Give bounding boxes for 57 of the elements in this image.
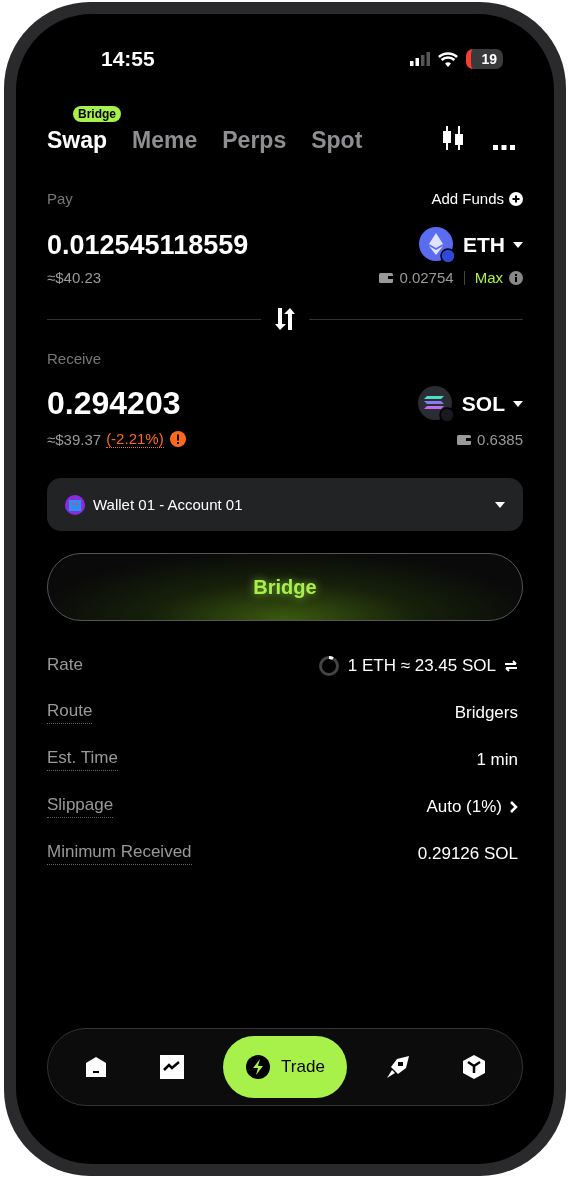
chevron-right-icon [510,800,518,813]
caret-icon [495,501,505,508]
receive-amount: 0.294203 [47,385,181,422]
info-icon [509,270,523,285]
detail-value: Bridgers [454,702,518,723]
pay-usd-value: ≈$40.23 [47,269,102,286]
candlestick-icon [441,126,465,150]
pay-amount: 0.012545118559 [47,229,249,261]
swap-direction-icon [275,308,295,330]
chart-icon [159,1054,186,1080]
avatar-icon [65,494,85,515]
rocket-icon [384,1054,411,1080]
cube-icon [460,1054,487,1080]
spinner-icon [317,655,340,677]
caret-icon [513,400,523,407]
wallet-selector[interactable]: Wallet 01 - Account 01 [47,478,523,531]
warning-icon [169,431,186,447]
wallet-icon [457,433,472,445]
detail-label: Slippage [47,795,114,818]
token-selector[interactable]: SOL [417,385,523,422]
wallet-icon [379,272,394,283]
tab[interactable]: Swap [47,127,108,154]
detail-label: Minimum Received [47,842,192,865]
receive-usd-value: ≈$39.37 [47,430,102,448]
plus-circle-icon [509,191,523,206]
nav-button[interactable]: Trade [223,1036,347,1098]
status-time: 14:55 [101,47,155,71]
tab[interactable]: Spot [311,127,363,154]
home-icon [83,1054,109,1080]
price-impact: (-2.21%) [106,430,164,448]
detail-value: 1 min [476,749,518,770]
tab[interactable]: Perps [222,127,287,154]
receive-label: Receive [47,350,102,367]
detail-label: Rate [47,655,83,676]
pay-label: Pay [47,190,73,207]
detail-value: 1 ETH ≈ 23.45 SOL [347,656,496,676]
detail-value: Auto (1%) [426,796,502,817]
detail-label: Est. Time [47,748,118,771]
detail-value: 0.29126 SOL [417,843,518,864]
bridge-badge: Bridge [73,106,121,122]
token-selector[interactable]: ETH [419,227,523,263]
bridge-button[interactable]: Bridge [47,553,523,621]
battery-level: 19 [466,49,503,69]
token-logo-icon [419,227,455,263]
more-icon [493,145,515,150]
tab[interactable]: Meme [132,127,198,154]
token-logo-icon [417,385,454,422]
add-funds-button[interactable]: Add Funds [431,190,523,207]
balance-value: 0.02754 [399,269,454,286]
detail-label: Route [47,701,93,724]
signal-icon [410,52,431,66]
balance-value: 0.6385 [477,430,523,448]
swap-arrows-icon [504,660,518,672]
wifi-icon [438,51,459,67]
max-button[interactable]: Max [474,269,503,286]
caret-icon [513,242,523,248]
lightning-icon [245,1054,272,1080]
